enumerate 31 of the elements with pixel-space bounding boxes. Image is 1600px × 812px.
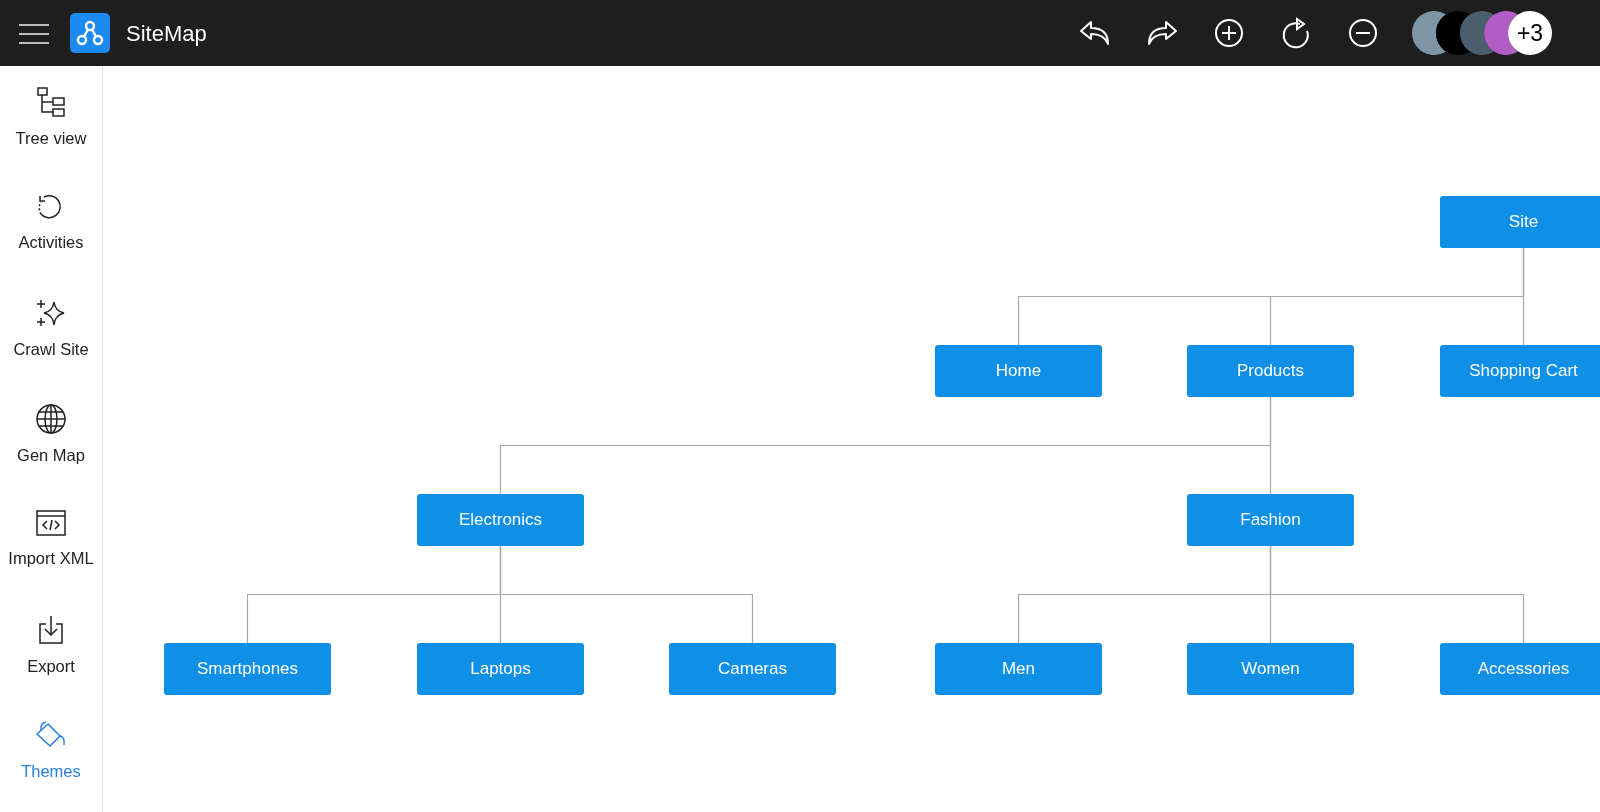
menu-button[interactable] <box>18 21 50 45</box>
page-node[interactable]: Smartphones <box>164 643 331 695</box>
sparkle-icon <box>35 297 67 329</box>
logo-icon <box>70 13 110 53</box>
sidebar-item[interactable]: Export <box>0 613 102 719</box>
sidebar-item[interactable]: Crawl Site <box>0 297 102 403</box>
page-node[interactable]: Accessories <box>1440 643 1600 695</box>
page-node[interactable]: Home <box>935 345 1102 397</box>
app-title: SiteMap <box>126 19 207 48</box>
avatar[interactable] <box>1436 11 1470 55</box>
sidebar-item[interactable]: Tree view <box>0 86 102 192</box>
more-avatars-badge[interactable]: +3 <box>1508 11 1552 55</box>
page-node[interactable]: Products <box>1187 345 1354 397</box>
code-window-icon <box>35 508 67 538</box>
page-node[interactable]: Cameras <box>669 643 836 695</box>
page-node[interactable]: Electronics <box>417 494 584 546</box>
globe-icon <box>35 402 67 435</box>
page-node[interactable]: Shopping Cart <box>1440 345 1600 397</box>
avatar[interactable] <box>1484 11 1518 55</box>
tree-view-icon <box>35 86 67 118</box>
sidebar-item[interactable]: Themes <box>0 719 102 812</box>
sidebar-item[interactable]: Gen Map <box>0 402 102 508</box>
page-node[interactable]: Men <box>935 643 1102 695</box>
sidebar-item[interactable]: Activities <box>0 191 102 297</box>
sidebar-item[interactable]: Import XML <box>0 508 102 614</box>
avatar[interactable] <box>1412 11 1446 55</box>
download-icon <box>37 613 65 646</box>
page-node[interactable]: Site <box>1440 196 1600 248</box>
page-node[interactable]: Women <box>1187 643 1354 695</box>
page-node[interactable]: Fashion <box>1187 494 1354 546</box>
page-node[interactable]: Laptops <box>417 643 584 695</box>
